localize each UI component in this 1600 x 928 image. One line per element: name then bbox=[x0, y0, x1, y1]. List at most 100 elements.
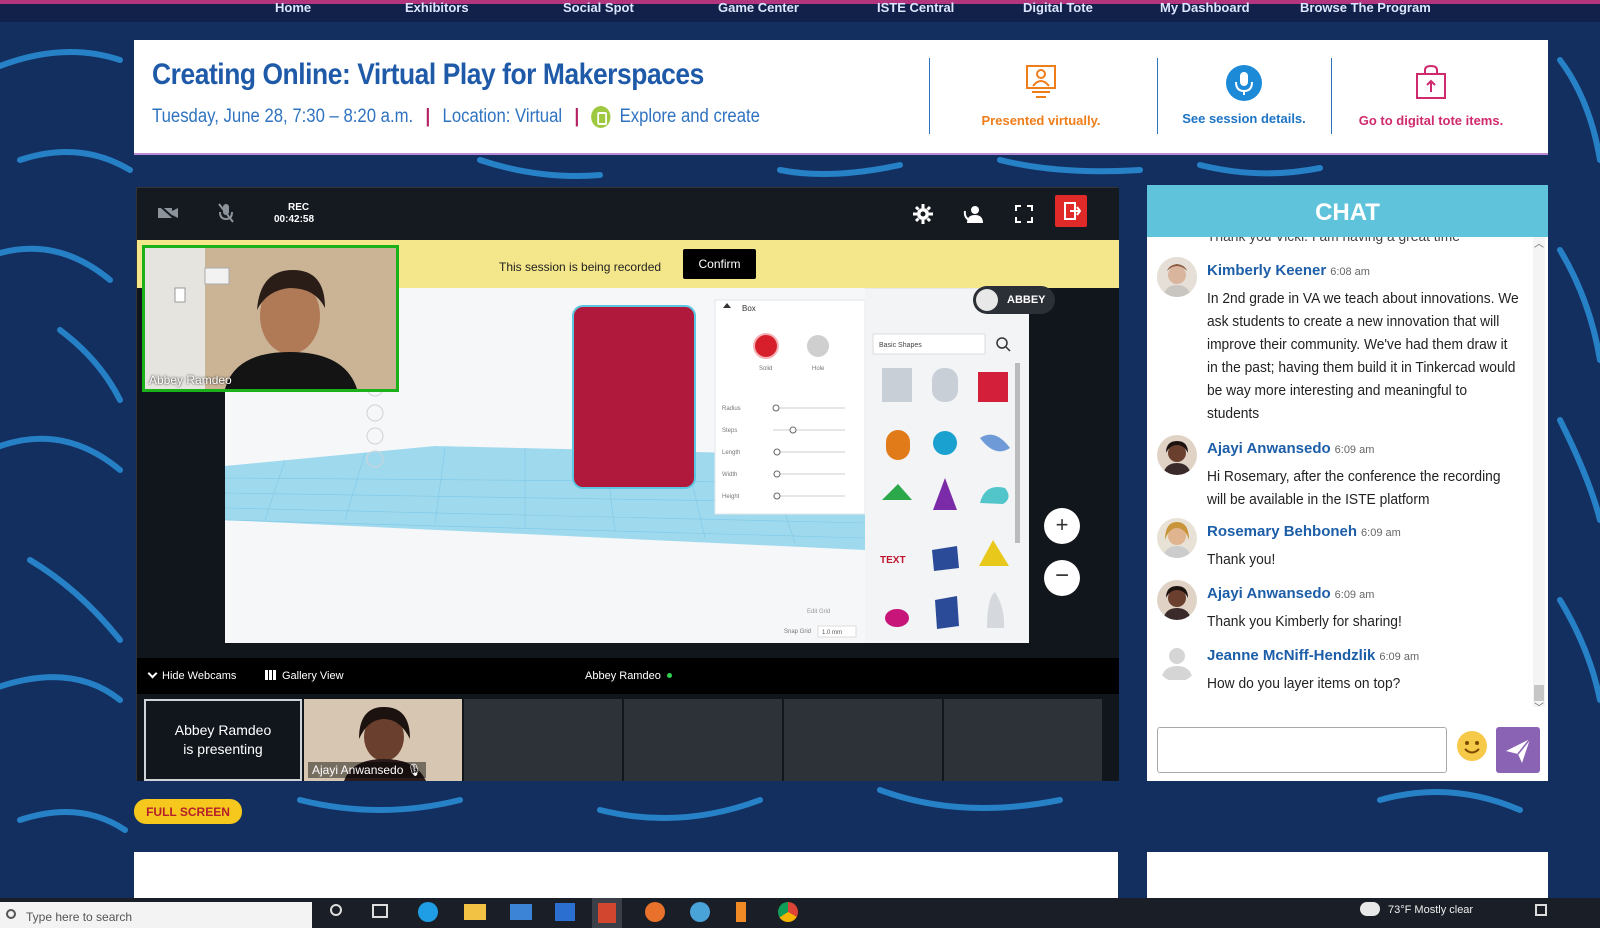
rec-timer: 00:42:58 bbox=[274, 214, 315, 225]
presenting-tile: Abbey Ramdeo is presenting bbox=[144, 699, 302, 781]
powerpoint-icon[interactable] bbox=[598, 903, 616, 923]
send-button[interactable] bbox=[1496, 727, 1540, 773]
nav-digital-tote[interactable]: Digital Tote bbox=[1023, 0, 1093, 15]
recording-indicator: REC 00:42:58 bbox=[274, 202, 314, 226]
presented-virtually-link[interactable]: Presented virtually. bbox=[956, 64, 1126, 128]
session-details-label: See session details. bbox=[1182, 111, 1306, 126]
exit-icon bbox=[1064, 202, 1082, 220]
divider bbox=[929, 58, 930, 134]
shape-library-select[interactable]: Basic Shapes bbox=[879, 342, 922, 349]
attendee-cam-name: Ajayi Anwansedo 🎙 bbox=[308, 762, 426, 778]
taskbar-search[interactable]: Type here to search bbox=[0, 902, 312, 928]
presenter-webcam[interactable]: Abbey Ramdeo bbox=[142, 245, 399, 392]
active-speaker-name: Abbey Ramdeo bbox=[585, 670, 661, 682]
fullscreen-icon[interactable] bbox=[1015, 205, 1033, 223]
webcam-thumbnails: Abbey Ramdeo is presenting Ajayi Anwanse… bbox=[137, 694, 1119, 781]
param-steps: Steps bbox=[722, 428, 737, 434]
nav-my-dashboard[interactable]: My Dashboard bbox=[1160, 0, 1250, 15]
search-icon bbox=[6, 909, 16, 919]
nav-browse-program[interactable]: Browse The Program bbox=[1300, 0, 1431, 15]
session-header: Creating Online: Virtual Play for Makers… bbox=[134, 40, 1548, 155]
empty-webcam-slot bbox=[624, 699, 782, 781]
presenter-cam-name: Abbey Ramdeo bbox=[149, 373, 232, 387]
active-speaker: Abbey Ramdeo bbox=[585, 670, 672, 682]
full-screen-button[interactable]: FULL SCREEN bbox=[134, 799, 242, 824]
explore-create-icon bbox=[591, 106, 611, 128]
zoom-out-button[interactable]: − bbox=[1044, 560, 1080, 596]
microphone-icon bbox=[1226, 65, 1262, 101]
attendee-name: Ajayi Anwansedo bbox=[312, 763, 404, 777]
message-author[interactable]: Ajayi Anwansedo bbox=[1207, 585, 1331, 602]
message-text: Thank you Kimberly for sharing! bbox=[1207, 613, 1402, 630]
chat-scrollbar[interactable]: ︿ ﹀ bbox=[1533, 235, 1545, 714]
digital-tote-link[interactable]: Go to digital tote items. bbox=[1346, 64, 1516, 128]
message-author[interactable]: Ajayi Anwansedo bbox=[1207, 440, 1331, 457]
hide-webcams-button[interactable]: Hide Webcams bbox=[147, 668, 236, 682]
session-track[interactable]: Explore and create bbox=[620, 106, 760, 128]
tray-icon[interactable] bbox=[1535, 904, 1547, 916]
emoji-button[interactable] bbox=[1457, 731, 1487, 761]
gallery-view-button[interactable]: Gallery View bbox=[265, 670, 344, 682]
task-view-icon[interactable] bbox=[372, 904, 388, 918]
session-datetime: Tuesday, June 28, 7:30 – 8:20 a.m. bbox=[152, 106, 414, 127]
nav-game-center[interactable]: Game Center bbox=[718, 0, 799, 15]
cortana-icon[interactable] bbox=[330, 904, 342, 916]
file-explorer-icon[interactable] bbox=[464, 904, 486, 920]
microphone-off-icon[interactable] bbox=[217, 202, 235, 224]
globe-icon[interactable] bbox=[690, 902, 710, 922]
edit-grid-button[interactable]: Edit Grid bbox=[807, 609, 830, 615]
chat-panel: CHAT Thank you Vicki. I am having a grea… bbox=[1147, 185, 1548, 781]
divider bbox=[1331, 58, 1332, 134]
session-title: Creating Online: Virtual Play for Makers… bbox=[152, 58, 704, 91]
empty-webcam-slot bbox=[464, 699, 622, 781]
session-details-link[interactable]: See session details. bbox=[1159, 64, 1329, 126]
chat-messages[interactable]: Thank you Vicki. I am having a great tim… bbox=[1147, 237, 1548, 714]
chrome-icon[interactable] bbox=[778, 902, 798, 922]
chat-message: Ajayi Anwansedo 6:09 am Thank you Kimberl… bbox=[1207, 582, 1522, 633]
nav-iste-central[interactable]: ISTE Central bbox=[877, 0, 954, 15]
confirm-button[interactable]: Confirm bbox=[683, 249, 756, 279]
message-author[interactable]: Rosemary Behboneh bbox=[1207, 523, 1357, 540]
nav-social-spot[interactable]: Social Spot bbox=[563, 0, 634, 15]
chevron-down-icon bbox=[147, 668, 158, 679]
gear-icon[interactable] bbox=[913, 204, 933, 224]
attendee-webcam[interactable]: Ajayi Anwansedo 🎙 bbox=[304, 699, 462, 781]
snap-grid-value[interactable]: 1.0 mm bbox=[822, 630, 842, 636]
chat-input[interactable] bbox=[1157, 727, 1447, 773]
firefox-icon[interactable] bbox=[645, 902, 665, 922]
edge-icon[interactable] bbox=[418, 902, 438, 922]
session-location: Location: Virtual bbox=[442, 106, 563, 127]
scroll-up-icon[interactable]: ︿ bbox=[1534, 235, 1544, 250]
online-status-dot bbox=[666, 673, 672, 678]
divider bbox=[1157, 58, 1158, 134]
snap-grid-label: Snap Grid bbox=[784, 629, 811, 635]
red-box-shape[interactable] bbox=[572, 305, 696, 489]
mail-icon[interactable] bbox=[510, 904, 532, 920]
participants-icon[interactable] bbox=[963, 203, 985, 225]
vlc-icon[interactable] bbox=[736, 902, 746, 922]
shopping-bag-icon bbox=[1416, 64, 1446, 99]
gallery-view-label: Gallery View bbox=[282, 670, 344, 682]
partial-message: Thank you Vicki. I am having a great tim… bbox=[1207, 237, 1522, 248]
presenter-pointer-tag: ABBEY bbox=[973, 286, 1055, 314]
store-icon[interactable] bbox=[555, 903, 575, 921]
smiley-icon bbox=[1458, 732, 1486, 760]
nav-home[interactable]: Home bbox=[275, 0, 311, 15]
nav-exhibitors[interactable]: Exhibitors bbox=[405, 0, 469, 15]
chat-title: CHAT bbox=[1147, 185, 1548, 237]
camera-off-icon[interactable] bbox=[157, 204, 179, 222]
session-meta: Tuesday, June 28, 7:30 – 8:20 a.m. | Loc… bbox=[152, 106, 760, 128]
leave-session-button[interactable] bbox=[1055, 195, 1087, 227]
zoom-in-button[interactable]: + bbox=[1044, 508, 1080, 544]
search-placeholder: Type here to search bbox=[26, 910, 133, 924]
message-author[interactable]: Jeanne McNiff-Hendzlik bbox=[1207, 647, 1375, 664]
empty-webcam-slot bbox=[944, 699, 1102, 781]
scroll-down-icon[interactable]: ﹀ bbox=[1534, 699, 1544, 714]
top-navigation: Home Exhibitors Social Spot Game Center … bbox=[0, 0, 1600, 22]
message-time: 6:08 am bbox=[1330, 266, 1370, 278]
param-radius: Radius bbox=[722, 406, 741, 412]
weather-text[interactable]: 73°F Mostly clear bbox=[1388, 904, 1473, 916]
message-author[interactable]: Kimberly Keener bbox=[1207, 262, 1326, 279]
message-text: In 2nd grade in VA we teach about innova… bbox=[1207, 290, 1519, 422]
presenter-tag-text: ABBEY bbox=[1007, 294, 1046, 306]
